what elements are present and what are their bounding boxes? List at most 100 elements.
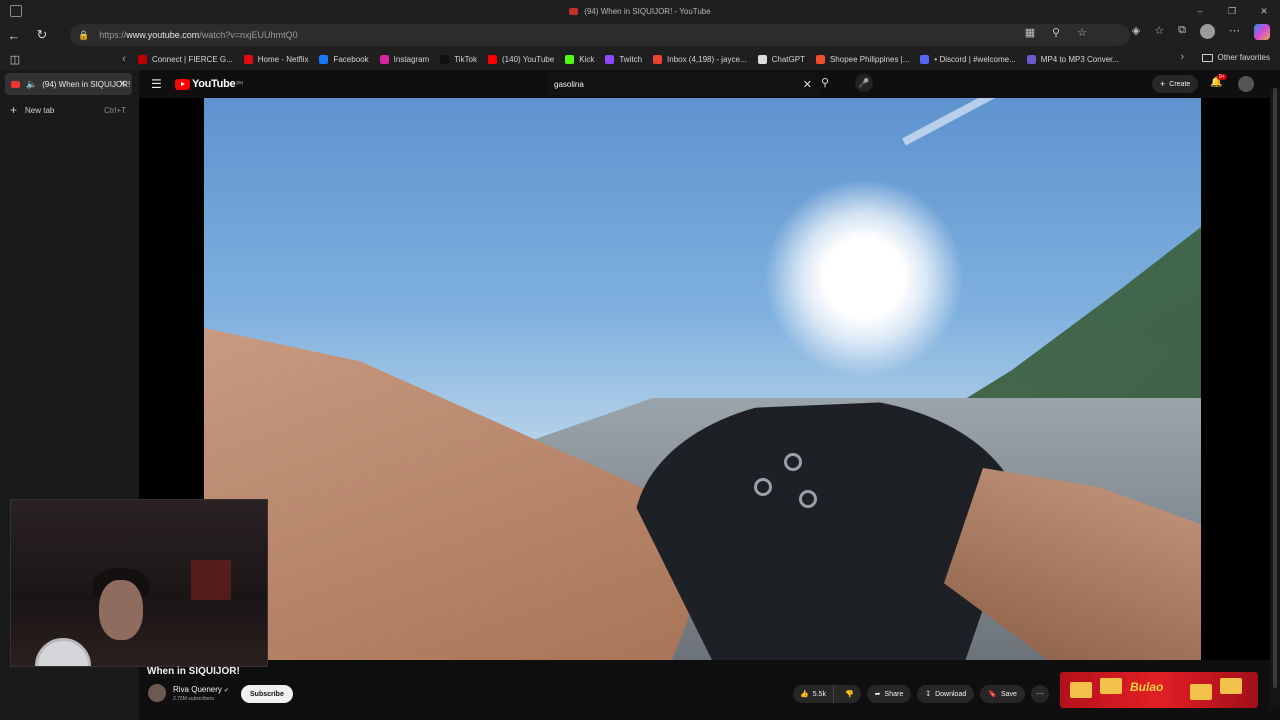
browser-app-icon[interactable] <box>10 5 22 17</box>
channel-name[interactable]: Riva Quenery ✔ <box>173 685 229 694</box>
back-icon[interactable]: ← <box>0 24 28 46</box>
refresh-icon[interactable]: ↻ <box>28 24 56 46</box>
more-actions-button[interactable]: ⋯ <box>1030 685 1049 703</box>
favorite-link[interactable]: Instagram <box>379 54 429 64</box>
new-tab-button[interactable]: + New tab Ctrl+T <box>10 103 126 117</box>
favorite-label: Kick <box>579 54 595 64</box>
extensions-icon[interactable]: ◈ <box>1132 24 1140 40</box>
favorite-label: Twitch <box>619 54 643 64</box>
video-player[interactable] <box>139 98 1270 660</box>
new-tab-label: New tab <box>25 105 55 115</box>
share-label: Share <box>884 690 904 698</box>
webcam-overlay <box>10 499 268 667</box>
new-tab-shortcut: Ctrl+T <box>104 105 126 115</box>
tab-close-icon[interactable]: ✕ <box>119 79 127 90</box>
favorite-favicon-icon <box>243 54 253 64</box>
favorites-icon[interactable]: ☆ <box>1154 24 1164 40</box>
favorite-link[interactable]: Facebook <box>319 54 369 64</box>
youtube-country-code: PH <box>236 81 243 87</box>
youtube-header: ☰ YouTube PH gasolina ✕ ⚲ 🎤 + Create 🔔 9+ <box>139 70 1280 98</box>
other-favorites[interactable]: Other favorites <box>1201 53 1270 62</box>
subscribe-button[interactable]: Subscribe <box>241 685 293 703</box>
favorite-favicon-icon <box>565 54 575 64</box>
sidebar-ad-banner[interactable]: Bulao <box>1060 672 1258 708</box>
favorite-star-icon[interactable]: ☆ <box>1074 26 1090 39</box>
youtube-play-icon <box>175 78 190 90</box>
share-button[interactable]: ➦ Share <box>866 685 912 703</box>
wheel-button <box>754 478 772 496</box>
favorites-next-icon[interactable]: › <box>1180 51 1184 63</box>
apps-icon[interactable]: ▦ <box>1022 26 1038 39</box>
collections-icon[interactable]: ⧉ <box>1178 24 1186 40</box>
download-button[interactable]: ↧ Download <box>917 685 975 703</box>
create-label: Create <box>1169 80 1191 88</box>
webcam-fan <box>35 638 91 666</box>
subscriber-count: 2.75M subscribers <box>173 696 214 702</box>
video-actions: 👍 5.5k 👎 ➦ Share ↧ Download 🔖 Save ⋯ <box>793 685 1049 703</box>
sidebar-toggle-icon[interactable]: ◫ <box>0 53 30 66</box>
favorite-favicon-icon <box>653 54 663 64</box>
zoom-icon[interactable]: ⚲ <box>1048 26 1064 39</box>
like-button[interactable]: 👍 5.5k <box>793 685 834 703</box>
channel-avatar[interactable] <box>148 684 166 702</box>
favorite-favicon-icon <box>920 54 930 64</box>
folder-icon <box>1201 53 1213 62</box>
favorite-link[interactable]: Twitch <box>605 54 643 64</box>
thumbs-down-icon: 👎 <box>844 691 854 698</box>
youtube-avatar[interactable] <box>1238 76 1254 92</box>
create-button[interactable]: + Create <box>1152 75 1199 93</box>
favorites-prev-icon[interactable]: ‹ <box>110 53 138 65</box>
like-dislike-group: 👍 5.5k 👎 <box>793 685 861 703</box>
favorite-link[interactable]: TikTok <box>440 54 477 64</box>
notification-badge: 9+ <box>1217 74 1227 80</box>
restore-icon[interactable]: ❐ <box>1216 0 1248 22</box>
profile-avatar[interactable] <box>1200 24 1215 39</box>
save-label: Save <box>1000 690 1017 698</box>
search-icon[interactable]: ⚲ <box>821 76 829 89</box>
video-title: When in SIQUIJOR! <box>147 666 240 677</box>
save-button[interactable]: 🔖 Save <box>980 685 1025 703</box>
video-frame[interactable] <box>204 98 1201 660</box>
favorite-link[interactable]: Kick <box>565 54 595 64</box>
favorite-favicon-icon <box>757 54 767 64</box>
wheel-button <box>784 453 802 471</box>
minimize-icon[interactable]: – <box>1184 0 1216 22</box>
search-query: gasolina <box>554 79 584 89</box>
favorite-link[interactable]: • Discord | #welcome... <box>920 54 1016 64</box>
speaker-icon[interactable]: 🔈 <box>26 79 37 90</box>
bell-icon[interactable]: 🔔 9+ <box>1210 74 1227 88</box>
favorite-link[interactable]: Home - Netflix <box>243 54 308 64</box>
page-scrollbar[interactable] <box>1270 88 1280 708</box>
browser-toolbar: ◈ ☆ ⧉ ⋯ <box>1132 24 1270 40</box>
address-actions: ▦ ⚲ ☆ <box>1022 26 1090 39</box>
youtube-search-input[interactable]: gasolina ✕ <box>548 73 820 95</box>
favorite-link[interactable]: Inbox (4,198) - jayce... <box>653 54 747 64</box>
copilot-icon[interactable] <box>1254 24 1270 40</box>
ad-product-image <box>1220 678 1242 694</box>
mic-icon[interactable]: 🎤 <box>855 74 873 92</box>
clear-search-icon[interactable]: ✕ <box>803 78 812 91</box>
favorite-link[interactable]: MP4 to MP3 Conver... <box>1026 54 1120 64</box>
scrollbar-thumb[interactable] <box>1273 88 1277 688</box>
tab-active[interactable]: 🔈 (94) When in SIQUIJOR! ✕ <box>5 73 132 95</box>
favorite-favicon-icon <box>1026 54 1036 64</box>
favorite-label: Connect | FIERCE G... <box>152 54 233 64</box>
address-row: ← ↻ 🔒 https://www.youtube.com/watch?v=nx… <box>0 22 1280 48</box>
bookmark-icon: 🔖 <box>988 691 997 698</box>
close-icon[interactable]: ✕ <box>1248 0 1280 22</box>
favorite-label: MP4 to MP3 Conver... <box>1040 54 1120 64</box>
favorites-list: Connect | FIERCE G... Home - Netflix Faceb… <box>138 54 1130 64</box>
favorite-favicon-icon <box>440 54 450 64</box>
address-bar[interactable]: 🔒 https://www.youtube.com/watch?v=nxjEUU… <box>70 24 1130 46</box>
favorite-link[interactable]: ChatGPT <box>757 54 805 64</box>
favorite-link[interactable]: (140) YouTube <box>488 54 554 64</box>
lock-icon[interactable]: 🔒 <box>78 30 89 41</box>
hamburger-menu-icon[interactable]: ☰ <box>151 77 162 91</box>
tab-title: (94) When in SIQUIJOR! <box>42 79 131 89</box>
favorite-link[interactable]: Connect | FIERCE G... <box>138 54 233 64</box>
favorite-label: Facebook <box>333 54 369 64</box>
favorite-link[interactable]: Shopee Philippines |... <box>815 54 909 64</box>
dislike-button[interactable]: 👎 <box>838 685 861 703</box>
menu-dots-icon[interactable]: ⋯ <box>1229 24 1240 40</box>
youtube-logo[interactable]: YouTube PH <box>175 78 243 90</box>
